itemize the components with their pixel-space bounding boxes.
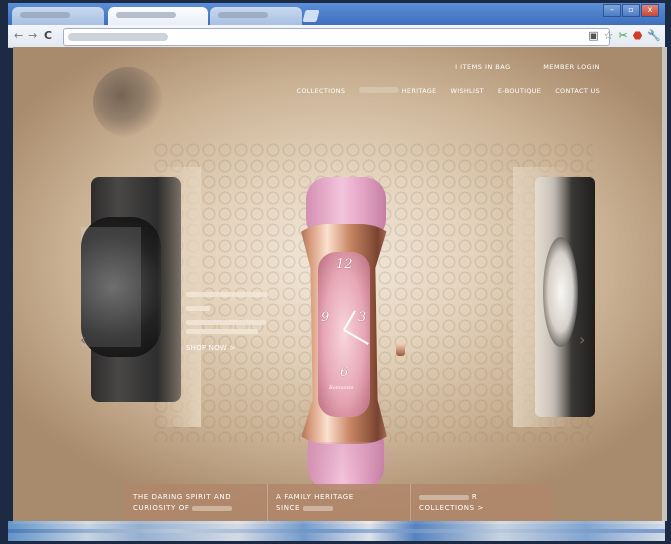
window-controls: – ▫ x — [603, 4, 659, 17]
hero-promo: SHOP NOW > — [186, 292, 268, 352]
panel-heritage[interactable]: A FAMILY HERITAGE SINCE — [268, 484, 411, 524]
dial-numeral-6: 6 — [340, 365, 349, 380]
url-text — [68, 33, 168, 41]
address-bar[interactable] — [63, 28, 610, 46]
brand-logo[interactable] — [93, 67, 163, 137]
extension-icon[interactable]: ✂ — [618, 29, 627, 42]
forward-icon[interactable]: → — [28, 29, 37, 42]
nav-heritage[interactable]: HERITAGE — [359, 87, 436, 95]
nav-collections[interactable]: COLLECTIONS — [297, 87, 346, 95]
star-icon[interactable]: ☆ — [604, 29, 614, 42]
blurred-brand — [192, 505, 233, 511]
nav-wishlist[interactable]: WISHLIST — [451, 87, 484, 95]
panel-line-text: SINCE — [276, 504, 301, 512]
panel-line: COLLECTIONS > — [419, 504, 484, 512]
blurred-year — [302, 505, 333, 511]
utility-nav: I ITEMS IN BAG MEMBER LOGIN — [425, 63, 600, 71]
member-login-link[interactable]: MEMBER LOGIN — [543, 63, 600, 71]
watch-crown — [396, 344, 405, 356]
dial-numeral-9: 9 — [321, 310, 330, 325]
tab-title — [20, 11, 70, 18]
minimize-button[interactable]: – — [603, 4, 621, 17]
nav-heritage-label: HERITAGE — [401, 87, 437, 95]
taskbar — [8, 521, 665, 541]
fade-overlay-left — [91, 167, 201, 427]
panel-line-text: R — [471, 493, 478, 501]
carousel-prev-arrow[interactable]: ‹ — [80, 330, 86, 349]
reload-icon[interactable]: C — [44, 29, 52, 42]
page-icon[interactable]: ▣ — [588, 29, 598, 42]
back-icon[interactable]: ← — [14, 29, 23, 42]
fade-overlay-right — [513, 167, 573, 427]
nav-eboutique[interactable]: E-BOUTIQUE — [498, 87, 541, 95]
panel-line: CURIOSITY OF — [133, 503, 259, 514]
dial-numeral-3: 3 — [358, 310, 367, 325]
wrench-icon[interactable]: 🔧 — [647, 29, 661, 42]
tab-title — [116, 11, 176, 18]
bottom-panels: THE DARING SPIRIT AND CURIOSITY OF A FAM… — [125, 484, 553, 524]
watch-reflection — [303, 442, 393, 482]
tab-3[interactable] — [210, 7, 302, 25]
bag-link[interactable]: I ITEMS IN BAG — [455, 63, 510, 71]
maximize-button[interactable]: ▫ — [622, 4, 640, 17]
promo-subtitle-blur — [186, 306, 210, 311]
blurred-brand — [359, 87, 400, 93]
tab-2[interactable] — [108, 7, 208, 25]
carousel-next-arrow[interactable]: › — [579, 330, 585, 349]
nav-contact[interactable]: CONTACT US — [555, 87, 600, 95]
promo-text-blur — [186, 320, 266, 325]
tab-title — [218, 11, 268, 18]
web-page: I ITEMS IN BAG MEMBER LOGIN COLLECTIONS … — [13, 47, 664, 524]
tab-strip: – ▫ x — [8, 3, 665, 25]
panel-line: SINCE — [276, 503, 402, 514]
browser-window: – ▫ x ← → C ▣ ☆ ✂ ⬣ 🔧 I ITEMS IN BAG MEM… — [0, 0, 671, 544]
panel-line: THE DARING SPIRIT AND — [133, 493, 232, 501]
tab-1[interactable] — [12, 7, 104, 25]
watch-dial — [318, 252, 370, 417]
blurred-brand — [419, 494, 469, 500]
panel-spirit[interactable]: THE DARING SPIRIT AND CURIOSITY OF — [125, 484, 268, 524]
dial-brand: Bonnante — [329, 385, 354, 391]
shop-now-link[interactable]: SHOP NOW > — [186, 344, 268, 352]
dial-numeral-12: 12 — [336, 257, 353, 272]
main-nav: COLLECTIONS HERITAGE WISHLIST E-BOUTIQUE… — [297, 87, 601, 95]
panel-line-text: CURIOSITY OF — [133, 504, 190, 512]
panel-collections[interactable]: R COLLECTIONS > — [411, 484, 553, 524]
browser-toolbar: ← → C ▣ ☆ ✂ ⬣ 🔧 — [8, 25, 665, 48]
close-button[interactable]: x — [641, 4, 659, 17]
promo-text-blur — [186, 329, 258, 334]
panel-line: R — [419, 492, 545, 503]
page-scrollbar[interactable] — [662, 47, 667, 521]
adblock-icon[interactable]: ⬣ — [633, 29, 643, 42]
new-tab-button[interactable] — [302, 10, 320, 22]
panel-line: A FAMILY HERITAGE — [276, 493, 354, 501]
promo-title-blur — [186, 292, 268, 297]
